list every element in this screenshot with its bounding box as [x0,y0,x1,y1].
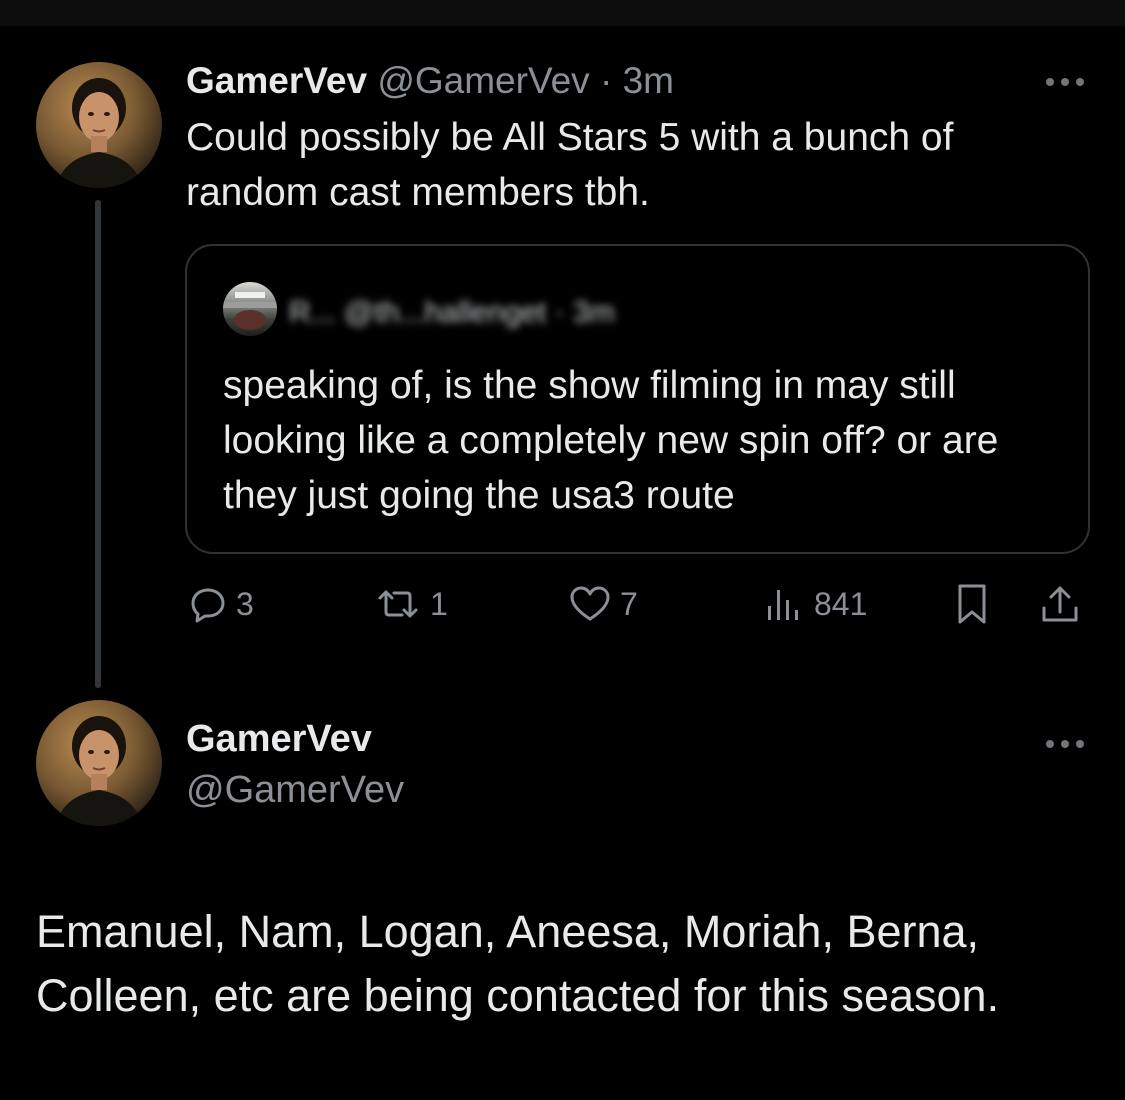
quoted-avatar [223,282,277,336]
bookmark-icon [958,584,986,624]
timeline-screen: GamerVev @GamerVev · 3m Could possibly b… [0,0,1125,1100]
reply-button[interactable]: 3 [188,578,254,630]
tweet-actions-bar: 3 1 7 841 [186,578,1086,630]
views-chart-icon [768,590,798,620]
quoted-tweet-text: speaking of, is the show filming in may … [223,364,999,517]
thread-connector-line [95,200,101,688]
tweet-text: Emanuel, Nam, Logan, Aneesa, Moriah, Ber… [36,906,1000,1021]
share-button[interactable] [1038,578,1082,630]
avatar[interactable] [36,62,162,188]
tweet-text: Could possibly be All Stars 5 with a bun… [186,116,954,214]
heart-icon [570,586,610,621]
more-options-icon[interactable] [1044,730,1086,751]
repost-button[interactable]: 1 [374,578,448,630]
quoted-tweet-header: R... @th...hallenget · 3m [223,282,823,336]
repost-icon [378,590,418,618]
tweet-header: GamerVev @GamerVev · 3m [186,58,674,104]
quoted-tweet-card[interactable]: R... @th...hallenget · 3m speaking of, i… [185,244,1090,554]
separator-dot: · [599,60,613,101]
share-icon [1042,586,1078,622]
like-count: 7 [620,585,638,622]
repost-count: 1 [430,585,448,622]
avatar[interactable] [36,700,162,826]
views-button[interactable]: 841 [762,578,867,630]
view-count: 841 [814,585,868,622]
user-handle[interactable]: @GamerVev [377,60,589,101]
more-options-icon[interactable] [1044,68,1086,89]
like-button[interactable]: 7 [568,578,638,630]
display-name[interactable]: GamerVev [186,60,367,101]
user-handle[interactable]: @GamerVev [186,767,404,813]
timestamp[interactable]: 3m [623,60,674,101]
bookmark-button[interactable] [952,578,992,630]
display-name[interactable]: GamerVev [186,716,372,762]
reply-icon [191,588,225,623]
obscured-user-info: R... @th...hallenget · 3m [289,296,615,329]
status-bar-strip [0,0,1125,26]
reply-count: 3 [236,585,254,622]
